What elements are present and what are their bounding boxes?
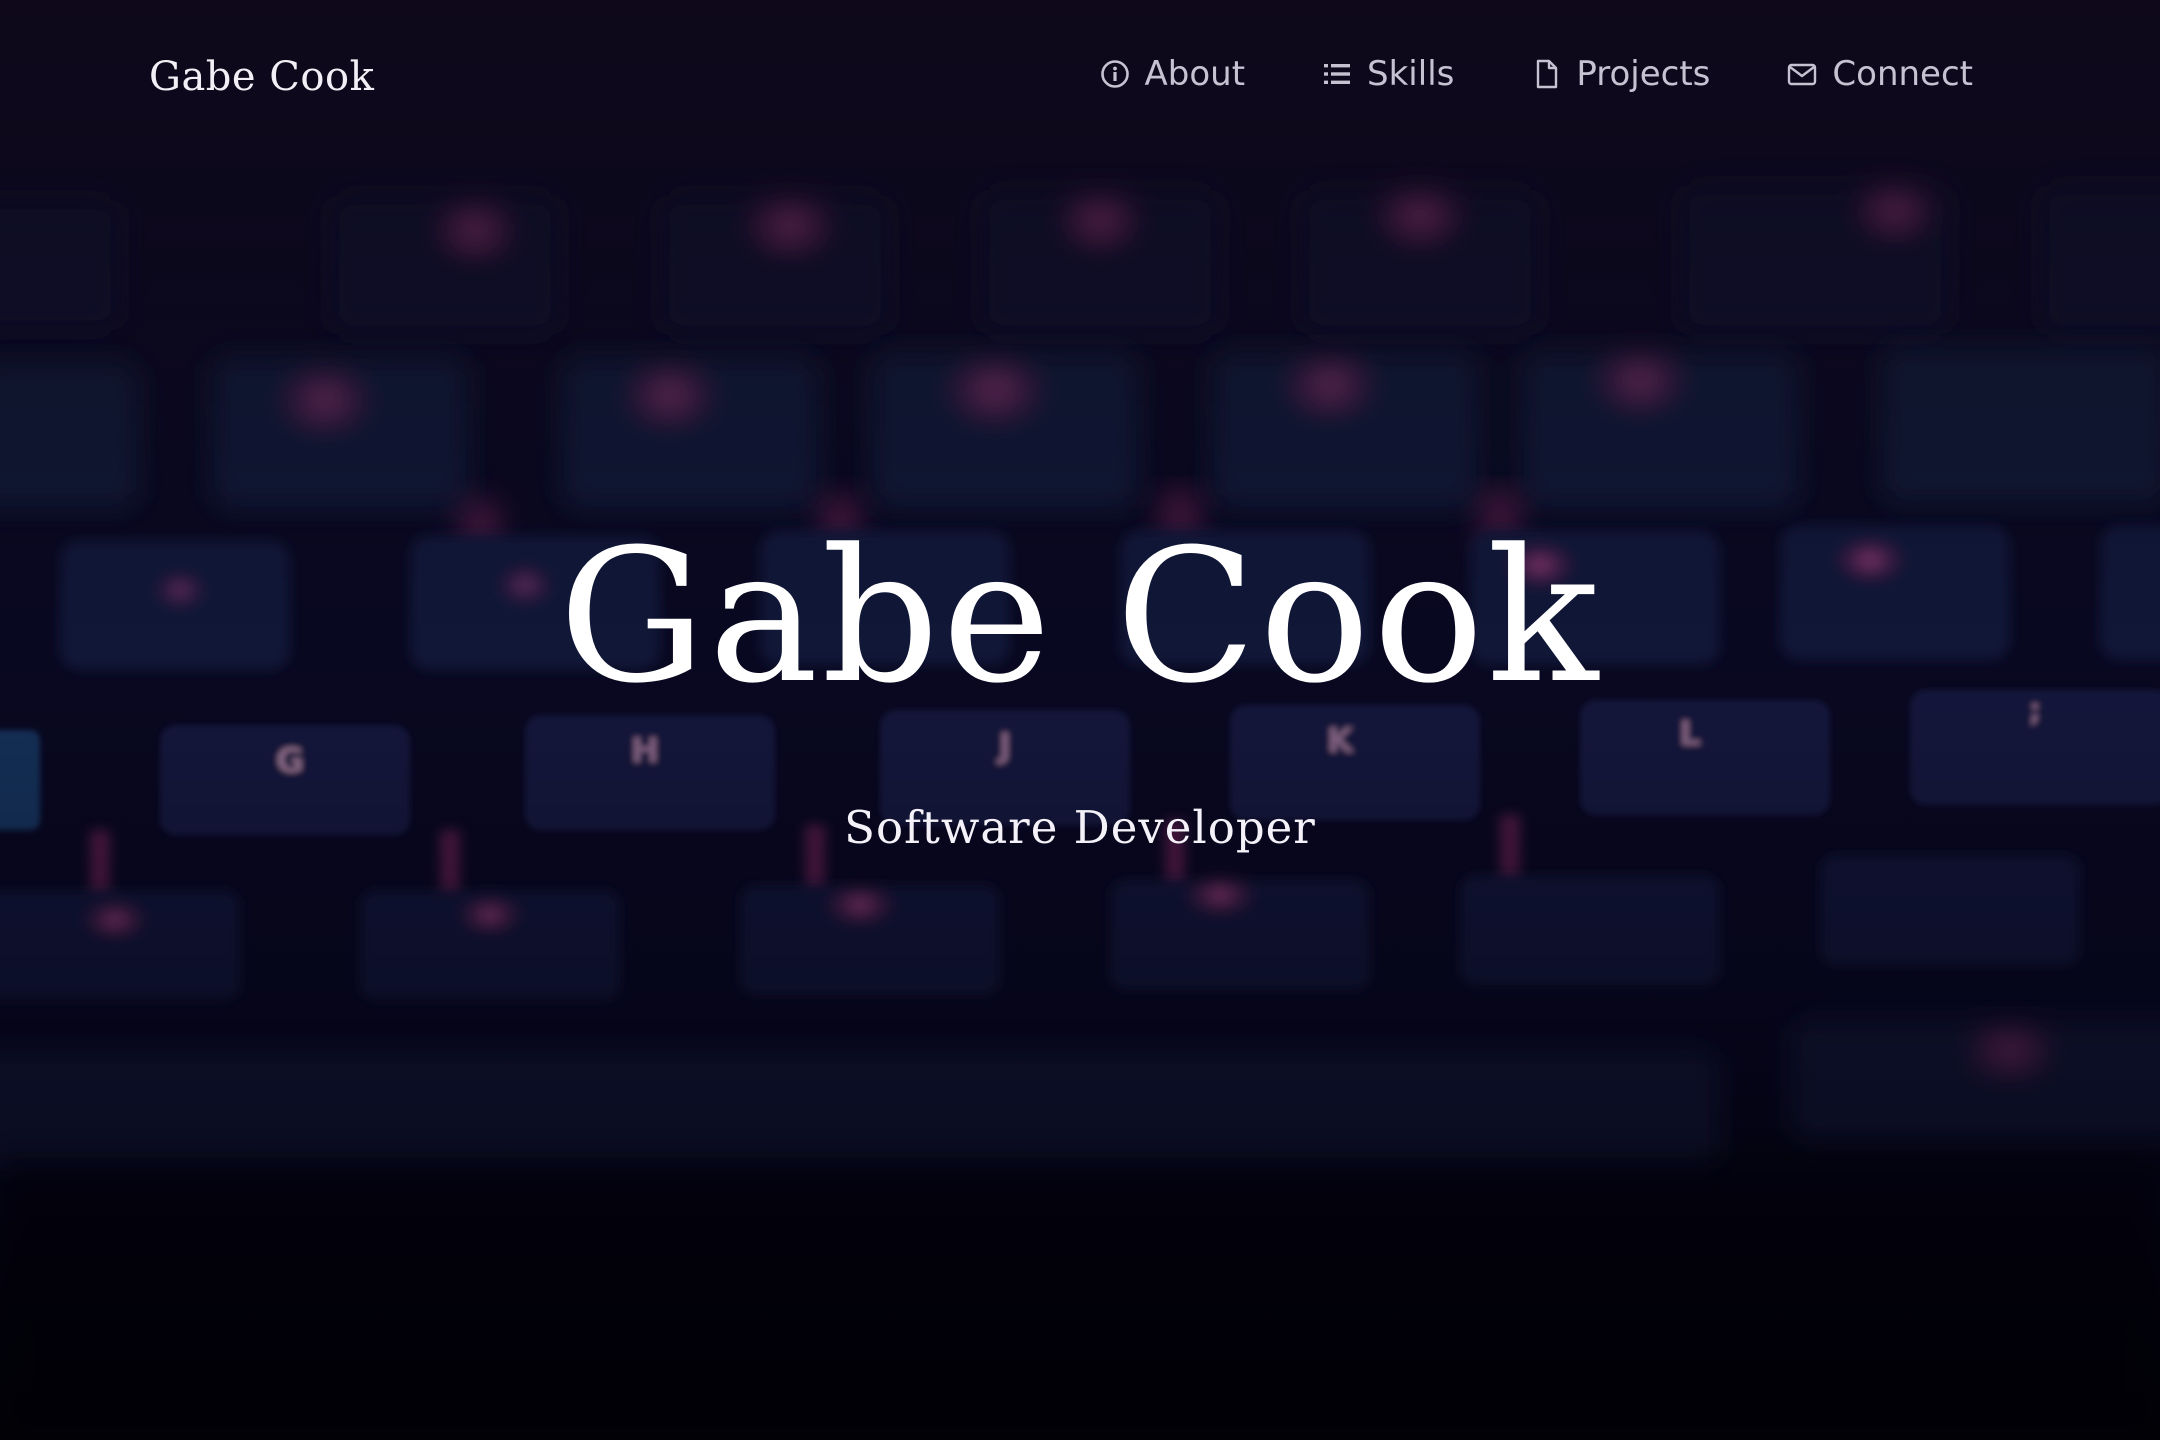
nav-item-label: Skills	[1367, 54, 1455, 94]
nav-item-label: Projects	[1576, 54, 1711, 94]
nav-item-skills[interactable]: Skills	[1321, 54, 1454, 94]
file-icon	[1537, 59, 1558, 89]
hero-title: Gabe Cook	[558, 510, 1602, 724]
nav-item-label: Connect	[1832, 54, 1973, 94]
brand-link[interactable]: Gabe Cook	[149, 54, 374, 100]
nav-item-projects[interactable]: Projects	[1530, 54, 1710, 94]
nav-item-label: About	[1144, 54, 1246, 94]
nav-menu: About Skills Projects Connect	[1099, 54, 1973, 94]
info-circle-icon	[1100, 60, 1129, 88]
envelope-icon	[1788, 63, 1817, 86]
navbar: Gabe Cook About Skills Projects Connect	[0, 0, 2160, 160]
nav-item-connect[interactable]: Connect	[1786, 54, 1973, 94]
nav-item-about[interactable]: About	[1099, 54, 1246, 94]
list-icon	[1324, 64, 1351, 84]
hero-subtitle: Software Developer	[844, 801, 1316, 854]
page: G H J K L ;	[0, 0, 2160, 1440]
